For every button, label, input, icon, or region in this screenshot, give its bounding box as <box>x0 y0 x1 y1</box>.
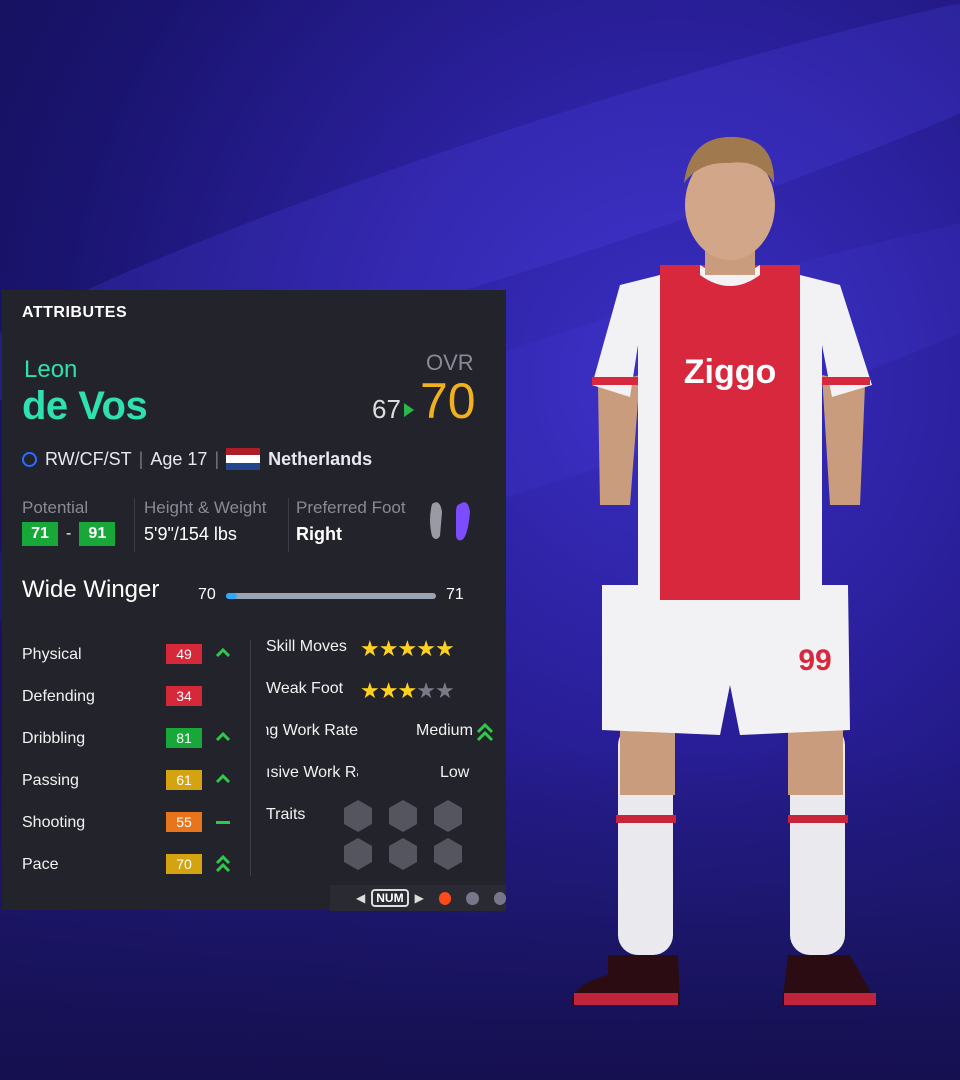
defensive-work-rate-label: ısive Work Rate <box>266 764 358 781</box>
height-weight-label: Height & Weight <box>144 498 267 517</box>
trend-icon <box>215 731 231 742</box>
panel-title: ATTRIBUTES <box>22 304 128 321</box>
star-filled-icon: ★ <box>434 636 455 661</box>
weak-foot-label: Weak Foot <box>266 680 344 697</box>
attribute-row: Passing 61 <box>22 766 242 796</box>
trait-slot-icon <box>434 838 462 870</box>
attribute-row: Physical 49 <box>22 640 242 670</box>
divider <box>250 640 251 876</box>
age-label: Age <box>150 448 183 469</box>
potential-low: 71 <box>22 522 58 546</box>
star-filled-icon: ★ <box>378 678 399 703</box>
page-dot[interactable] <box>493 891 507 905</box>
skill-moves-stars: ★★★★★ <box>360 636 455 662</box>
page-controls: ◀ NUM ▶ <box>330 885 507 911</box>
role-high-value: 71 <box>446 586 464 603</box>
star-empty-icon: ★ <box>434 678 455 703</box>
role-progress-bar <box>226 593 436 599</box>
netherlands-flag-icon <box>226 448 261 470</box>
page-dot[interactable] <box>466 891 479 905</box>
attribute-value: 70 <box>166 854 202 874</box>
attribute-row: Defending 34 <box>22 682 242 712</box>
prev-page-icon[interactable]: ◀ <box>356 891 365 905</box>
position-dot-icon <box>22 451 37 467</box>
trend-icon <box>215 854 231 873</box>
height-weight-block: Height & Weight 5'9"/154 lbs <box>144 498 267 545</box>
height-weight-value: 5'9"/154 lbs <box>144 524 237 544</box>
double-up-arrow-icon <box>476 722 494 742</box>
ovr-previous: 67 <box>372 394 401 424</box>
star-filled-icon: ★ <box>378 636 399 661</box>
potential-block: Potential 71-91 <box>22 498 116 546</box>
attribute-row: Dribbling 81 <box>22 724 242 754</box>
divider <box>288 498 289 552</box>
attribute-name: Pace <box>22 856 59 873</box>
star-empty-icon: ★ <box>416 678 436 703</box>
attribute-name: Dribbling <box>22 730 86 747</box>
attribute-name: Physical <box>22 646 82 663</box>
star-filled-icon: ★ <box>397 636 417 661</box>
star-filled-icon: ★ <box>416 636 436 661</box>
trend-icon <box>215 647 231 658</box>
potential-high: 91 <box>79 522 116 546</box>
trait-slot-icon <box>434 800 462 832</box>
next-page-icon[interactable]: ▶ <box>415 891 424 905</box>
role-name: Wide Winger <box>22 576 160 603</box>
sponsor-logo: Ziggo <box>684 353 777 391</box>
attacking-work-rate-value: Medium <box>416 722 473 739</box>
attribute-name: Passing <box>22 772 79 789</box>
divider <box>134 498 135 552</box>
attribute-name: Shooting <box>22 814 86 831</box>
attacking-work-rate-label: king Work Rate <box>266 722 358 739</box>
player-positions: RW/CF/ST <box>45 448 132 469</box>
star-filled-icon: ★ <box>360 636 380 661</box>
traits-slots <box>344 800 462 870</box>
star-filled-icon: ★ <box>397 678 417 703</box>
trend-icon <box>214 684 232 708</box>
page-dot-active[interactable] <box>438 891 452 905</box>
player-model: Ziggo 99 <box>560 125 900 1045</box>
attribute-value: 61 <box>166 770 202 790</box>
attribute-value: 34 <box>166 686 202 706</box>
preferred-foot-block: Preferred Foot Right <box>296 498 406 545</box>
preferred-foot-label: Preferred Foot <box>296 498 406 517</box>
player-nationality: Netherlands <box>268 448 373 469</box>
player-info-row: RW/CF/ST | Age 17 | Netherlands <box>22 448 372 470</box>
trait-slot-icon <box>389 838 417 870</box>
traits-label: Traits <box>266 806 306 823</box>
role-low-value: 70 <box>198 586 216 603</box>
attribute-row: Shooting 55 <box>22 808 242 838</box>
trend-icon <box>215 773 231 784</box>
ovr-increase-arrow-icon <box>404 403 414 417</box>
shorts-number: 99 <box>798 644 831 677</box>
separator: | <box>138 448 144 469</box>
player-age: 17 <box>187 448 208 469</box>
trend-icon <box>216 821 230 824</box>
separator: | <box>214 448 220 469</box>
attribute-value: 49 <box>166 644 202 664</box>
defensive-work-rate-value: Low <box>440 764 470 781</box>
attribute-row: Pace 70 <box>22 850 242 880</box>
star-filled-icon: ★ <box>360 678 380 703</box>
feet-icon <box>430 502 470 541</box>
trait-slot-icon <box>389 800 417 832</box>
ovr-current: 70 <box>420 373 476 429</box>
player-last-name: de Vos <box>22 384 148 428</box>
attributes-panel: ATTRIBUTES Leon de Vos OVR 67 70 RW/CF/S… <box>2 290 506 910</box>
role-progress-fill <box>226 593 237 599</box>
num-button-icon[interactable]: NUM <box>371 889 409 907</box>
trait-slot-icon <box>344 838 372 870</box>
player-first-name: Leon <box>24 356 78 383</box>
weak-foot-stars: ★★★★★ <box>360 678 455 704</box>
potential-label: Potential <box>22 498 89 517</box>
attribute-value: 55 <box>166 812 202 832</box>
trait-slot-icon <box>344 800 372 832</box>
preferred-foot-value: Right <box>296 524 342 544</box>
attribute-value: 81 <box>166 728 202 748</box>
skill-moves-label: Skill Moves <box>266 638 347 655</box>
attribute-name: Defending <box>22 688 95 705</box>
